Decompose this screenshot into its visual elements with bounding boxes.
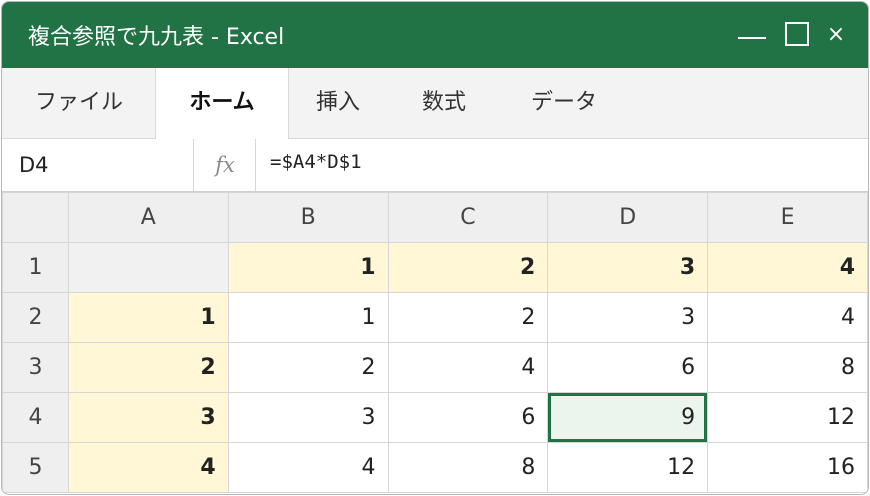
cell-d3[interactable]: 6 [547,342,709,393]
ribbon-tabs: ファイル ホーム 挿入 数式 データ [2,68,868,139]
cell-c1[interactable]: 2 [387,242,549,293]
tab-formulas[interactable]: 数式 [388,68,500,138]
cell-e2[interactable]: 4 [707,292,868,343]
cell-c4[interactable]: 6 [387,392,549,443]
minimize-button[interactable] [736,20,768,50]
window-title: 複合参照で九九表 - Excel [28,25,285,50]
table-row: 1 1 2 3 4 [2,242,868,293]
spreadsheet-grid: A B C D E 1 1 2 3 4 2 1 1 2 3 4 3 2 2 4 … [2,192,868,493]
cell-a1[interactable] [67,242,229,293]
minimize-icon [738,37,766,39]
column-header-c[interactable]: C [387,192,549,243]
excel-window: 複合参照で九九表 - Excel × ファイル ホーム 挿入 数式 データ D4… [1,1,869,495]
cell-e4[interactable]: 12 [707,392,868,443]
column-header-row: A B C D E [2,192,868,243]
maximize-button[interactable] [784,20,810,50]
column-header-b[interactable]: B [227,192,389,243]
cell-c2[interactable]: 2 [387,292,549,343]
cell-a4[interactable]: 3 [67,392,229,443]
title-bar: 複合参照で九九表 - Excel × [2,2,868,68]
tab-data[interactable]: データ [500,68,628,138]
column-header-a[interactable]: A [67,192,229,243]
cell-a5[interactable]: 4 [67,442,229,493]
column-header-e[interactable]: E [707,192,868,243]
table-row: 4 3 3 6 9 12 [2,392,868,443]
cell-e3[interactable]: 8 [707,342,868,393]
formula-bar: D4 fx =$A4*D$1 [2,139,868,192]
row-header-3[interactable]: 3 [2,342,69,393]
cell-b3[interactable]: 2 [227,342,389,393]
cell-b1[interactable]: 1 [227,242,389,293]
cell-b4[interactable]: 3 [227,392,389,443]
column-header-d[interactable]: D [547,192,709,243]
fx-icon[interactable]: fx [195,139,256,191]
cell-e1[interactable]: 4 [707,242,868,293]
row-header-1[interactable]: 1 [2,242,69,293]
cell-c3[interactable]: 4 [387,342,549,393]
row-header-4[interactable]: 4 [2,392,69,443]
select-all-corner[interactable] [2,192,69,243]
tab-insert[interactable]: 挿入 [288,68,388,138]
tab-file[interactable]: ファイル [2,68,156,138]
cell-e5[interactable]: 16 [707,442,868,493]
table-row: 5 4 4 8 12 16 [2,442,868,493]
close-icon: × [826,22,846,47]
cell-d5[interactable]: 12 [547,442,709,493]
maximize-icon [785,22,809,46]
cell-b2[interactable]: 1 [227,292,389,343]
cell-c5[interactable]: 8 [387,442,549,493]
table-row: 2 1 1 2 3 4 [2,292,868,343]
cell-d1[interactable]: 3 [547,242,709,293]
tab-home[interactable]: ホーム [155,68,289,139]
cell-a2[interactable]: 1 [67,292,229,343]
cell-d4-selected[interactable]: 9 [547,392,709,443]
row-header-5[interactable]: 5 [2,442,69,493]
cell-d2[interactable]: 3 [547,292,709,343]
table-row: 3 2 2 4 6 8 [2,342,868,393]
formula-input[interactable]: =$A4*D$1 [270,139,362,191]
close-button[interactable]: × [824,20,848,50]
cell-a3[interactable]: 2 [67,342,229,393]
name-box[interactable]: D4 [2,139,194,191]
cell-b5[interactable]: 4 [227,442,389,493]
row-header-2[interactable]: 2 [2,292,69,343]
